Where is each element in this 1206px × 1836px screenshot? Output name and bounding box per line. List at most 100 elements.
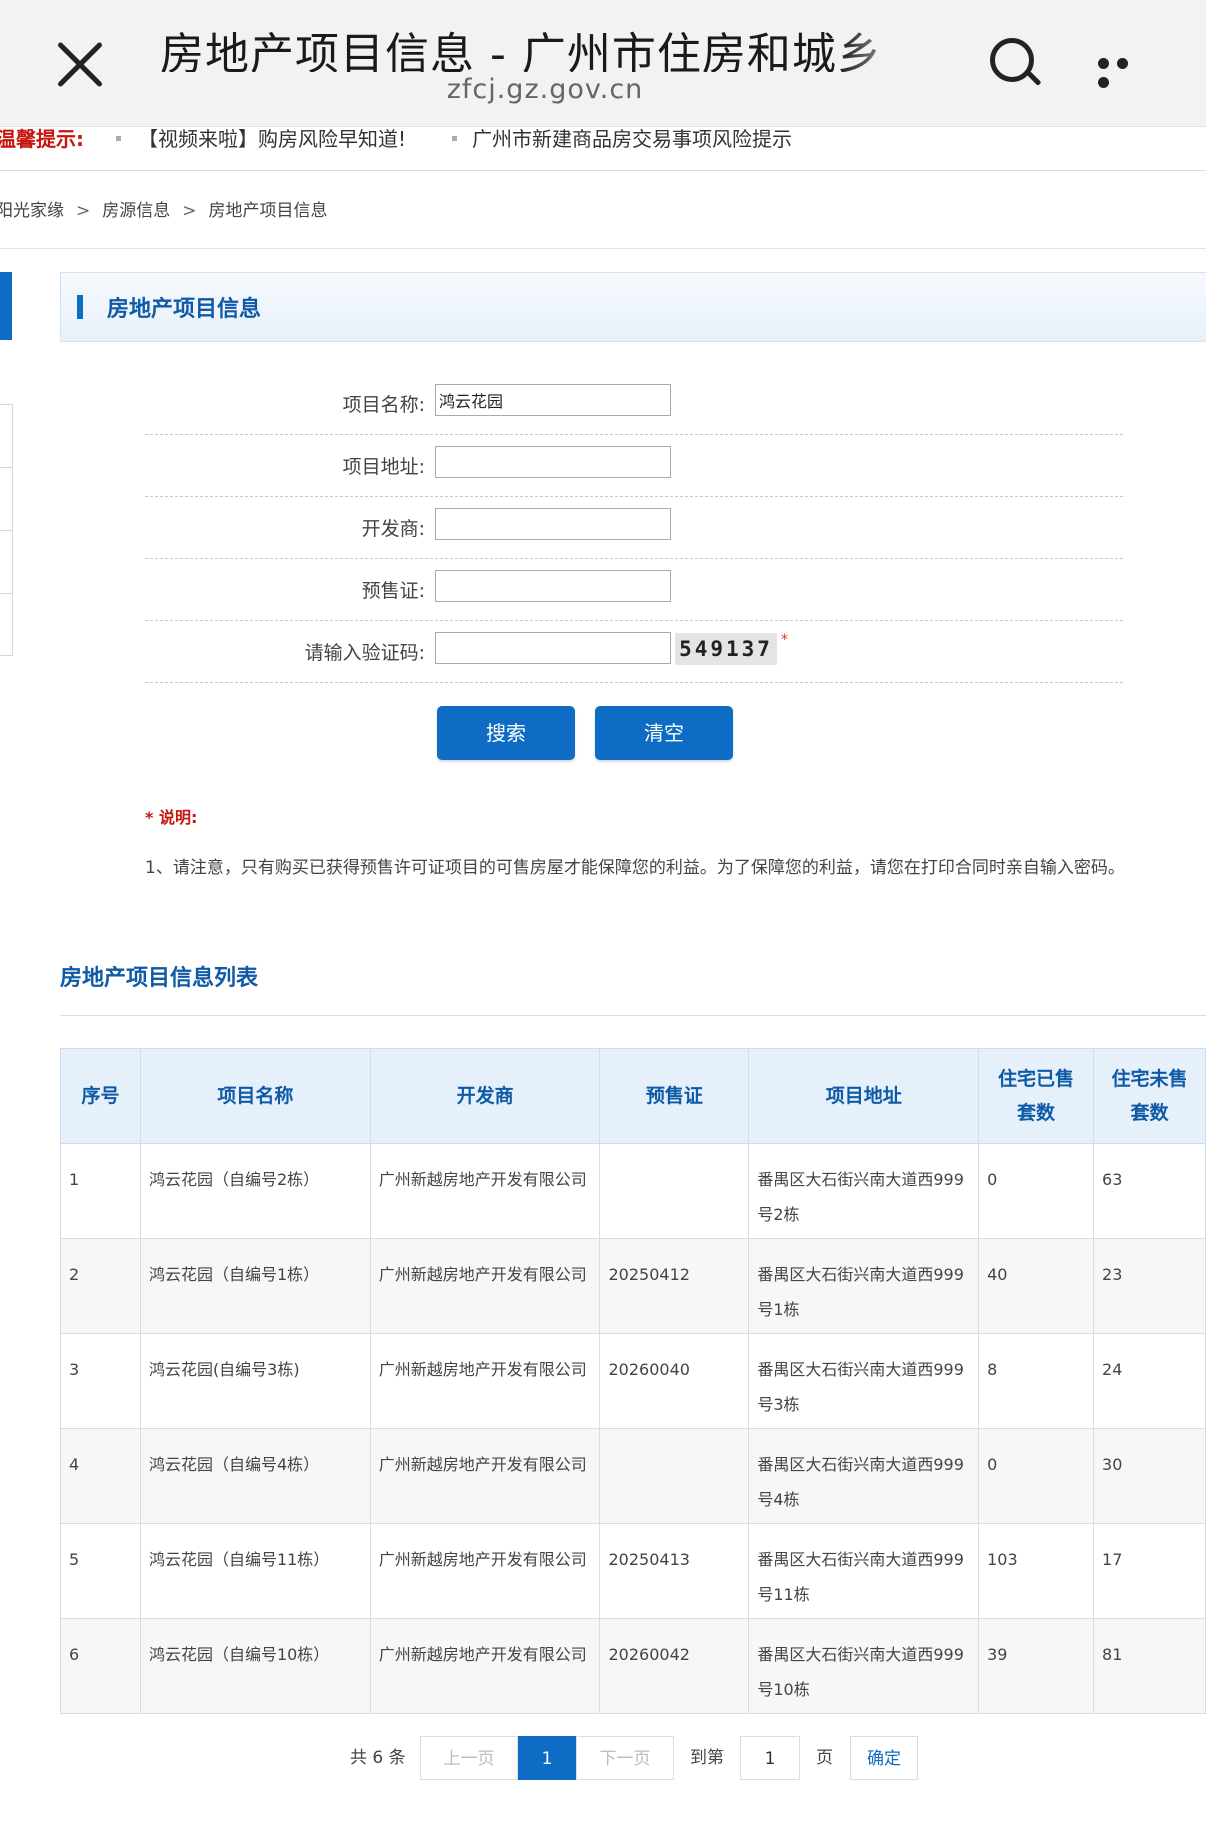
- note-title: * 说明:: [145, 808, 198, 827]
- cell-project-name[interactable]: 鸿云花园（自编号4栋）: [139, 1428, 371, 1524]
- project-table: 序号 项目名称 开发商 预售证 项目地址 住宅已售套数 住宅未售套数 1 鸿云花…: [60, 1048, 1206, 1714]
- note-text: 1、请注意，只有购买已获得预售许可证项目的可售房屋才能保障您的利益。为了保障您的…: [145, 858, 1125, 878]
- panel-header-accent: [77, 295, 83, 319]
- cell-developer: 广州新越房地产开发有限公司: [369, 1333, 601, 1429]
- divider: [0, 248, 1206, 249]
- form-row-name: 项目名称:: [145, 372, 1123, 435]
- notice-label: 温馨提示:: [0, 127, 84, 151]
- cell-unsold: 63: [1093, 1143, 1206, 1239]
- cell-presale: 20250412: [599, 1238, 750, 1334]
- confirm-page-button[interactable]: 确定: [850, 1736, 918, 1780]
- cell-project-name[interactable]: 鸿云花园（自编号1栋）: [139, 1238, 371, 1334]
- cell-presale: [599, 1428, 750, 1524]
- form-row-address: 项目地址:: [145, 434, 1123, 497]
- panel-header: 房地产项目信息: [60, 272, 1206, 342]
- page-domain: zfcj.gz.gov.cn: [446, 74, 644, 105]
- header-index: 序号: [60, 1048, 141, 1144]
- pagination-total: 共 6 条: [350, 1748, 406, 1768]
- project-name-input[interactable]: [435, 384, 671, 416]
- breadcrumb-item-current: 房地产项目信息: [208, 201, 328, 221]
- cell-unsold: 30: [1093, 1428, 1206, 1524]
- presale-input[interactable]: [435, 570, 671, 602]
- cell-unsold: 23: [1093, 1238, 1206, 1334]
- cell-index: 5: [60, 1523, 141, 1619]
- cell-index: 6: [60, 1618, 141, 1714]
- goto-label: 到第: [690, 1748, 724, 1768]
- table-row[interactable]: 6 鸿云花园（自编号10栋） 广州新越房地产开发有限公司 20260042 番禺…: [60, 1618, 1206, 1714]
- page-title: 房地产项目信息 - 广州市住房和城乡: [160, 29, 882, 72]
- header-unsold-units: 住宅未售套数: [1093, 1048, 1206, 1144]
- cell-address: 番禺区大石街兴南大道西999号2栋: [748, 1143, 980, 1239]
- page-1-button[interactable]: 1: [518, 1736, 576, 1780]
- cell-sold: 40: [978, 1238, 1095, 1334]
- cell-project-name[interactable]: 鸿云花园（自编号11栋）: [139, 1523, 371, 1619]
- cell-unsold: 24: [1093, 1333, 1206, 1429]
- cell-address: 番禺区大石街兴南大道西999号1栋: [748, 1238, 980, 1334]
- table-row[interactable]: 1 鸿云花园（自编号2栋） 广州新越房地产开发有限公司 番禺区大石街兴南大道西9…: [60, 1143, 1206, 1239]
- prev-page-button[interactable]: 上一页: [420, 1736, 518, 1780]
- cell-address: 番禺区大石街兴南大道西999号4栋: [748, 1428, 980, 1524]
- cell-developer: 广州新越房地产开发有限公司: [369, 1618, 601, 1714]
- cell-address: 番禺区大石街兴南大道西999号11栋: [748, 1523, 980, 1619]
- table-row[interactable]: 2 鸿云花园（自编号1栋） 广州新越房地产开发有限公司 20250412 番禺区…: [60, 1238, 1206, 1334]
- table-row[interactable]: 4 鸿云花园（自编号4栋） 广州新越房地产开发有限公司 番禺区大石街兴南大道西9…: [60, 1428, 1206, 1524]
- required-mark: *: [781, 632, 788, 648]
- goto-page-input[interactable]: 1: [740, 1736, 800, 1780]
- divider: [60, 1015, 1206, 1016]
- developer-input[interactable]: [435, 508, 671, 540]
- breadcrumb-item-listings[interactable]: 房源信息: [102, 201, 170, 221]
- cell-sold: 0: [978, 1428, 1095, 1524]
- cell-sold: 8: [978, 1333, 1095, 1429]
- captcha-label: 请输入验证码:: [304, 642, 425, 664]
- form-row-presale: 预售证:: [145, 558, 1123, 621]
- project-address-label: 项目地址:: [342, 456, 425, 478]
- bullet-icon: [116, 136, 121, 141]
- table-row[interactable]: 5 鸿云花园（自编号11栋） 广州新越房地产开发有限公司 20250413 番禺…: [60, 1523, 1206, 1619]
- cell-unsold: 81: [1093, 1618, 1206, 1714]
- sidebar-menu[interactable]: [0, 404, 13, 656]
- page-unit-label: 页: [816, 1748, 833, 1768]
- cell-address: 番禺区大石街兴南大道西999号3栋: [748, 1333, 980, 1429]
- header-sold-units: 住宅已售套数: [978, 1048, 1095, 1144]
- panel-title: 房地产项目信息: [107, 297, 262, 322]
- breadcrumb-separator: >: [182, 201, 197, 221]
- captcha-input[interactable]: [435, 632, 671, 664]
- cell-sold: 103: [978, 1523, 1095, 1619]
- cell-project-name[interactable]: 鸿云花园（自编号2栋）: [139, 1143, 371, 1239]
- header-address: 项目地址: [748, 1048, 980, 1144]
- project-name-label: 项目名称:: [342, 394, 425, 416]
- cell-address: 番禺区大石街兴南大道西999号10栋: [748, 1618, 980, 1714]
- cell-developer: 广州新越房地产开发有限公司: [369, 1143, 601, 1239]
- notice-link-risk[interactable]: 广州市新建商品房交易事项风险提示: [472, 126, 792, 152]
- cell-project-name[interactable]: 鸿云花园(自编号3栋): [139, 1333, 371, 1429]
- cell-presale: 20250413: [599, 1523, 750, 1619]
- cell-presale: 20260040: [599, 1333, 750, 1429]
- breadcrumb-item-home[interactable]: 阳光家缘: [0, 201, 64, 221]
- cell-project-name[interactable]: 鸿云花园（自编号10栋）: [139, 1618, 371, 1714]
- clear-button[interactable]: 清空: [595, 706, 733, 760]
- notice-link-video[interactable]: 【视频来啦】购房风险早知道!: [138, 126, 406, 152]
- captcha-image[interactable]: 549137: [675, 633, 777, 665]
- sidebar-active-tab[interactable]: [0, 272, 12, 340]
- presale-label: 预售证:: [361, 580, 425, 602]
- search-icon[interactable]: [988, 36, 1042, 88]
- browser-title-bar: 房地产项目信息 - 广州市住房和城乡 zfcj.gz.gov.cn: [0, 0, 1206, 127]
- table-row[interactable]: 3 鸿云花园(自编号3栋) 广州新越房地产开发有限公司 20260040 番禺区…: [60, 1333, 1206, 1429]
- list-title: 房地产项目信息列表: [60, 966, 259, 991]
- form-row-developer: 开发商:: [145, 496, 1123, 559]
- pagination: 共 6 条 上一页 1 下一页 到第 1 页 确定: [350, 1736, 930, 1782]
- next-page-button[interactable]: 下一页: [576, 1736, 674, 1780]
- header-developer: 开发商: [369, 1048, 601, 1144]
- form-row-captcha: 请输入验证码: 549137 *: [145, 620, 1123, 683]
- cell-presale: [599, 1143, 750, 1239]
- more-icon[interactable]: [1098, 54, 1152, 88]
- cell-developer: 广州新越房地产开发有限公司: [369, 1523, 601, 1619]
- search-button[interactable]: 搜索: [437, 706, 575, 760]
- cell-unsold: 17: [1093, 1523, 1206, 1619]
- project-address-input[interactable]: [435, 446, 671, 478]
- cell-index: 2: [60, 1238, 141, 1334]
- cell-presale: 20260042: [599, 1618, 750, 1714]
- breadcrumb: 阳光家缘 > 房源信息 > 房地产项目信息: [0, 196, 328, 221]
- cell-developer: 广州新越房地产开发有限公司: [369, 1238, 601, 1334]
- cell-sold: 0: [978, 1143, 1095, 1239]
